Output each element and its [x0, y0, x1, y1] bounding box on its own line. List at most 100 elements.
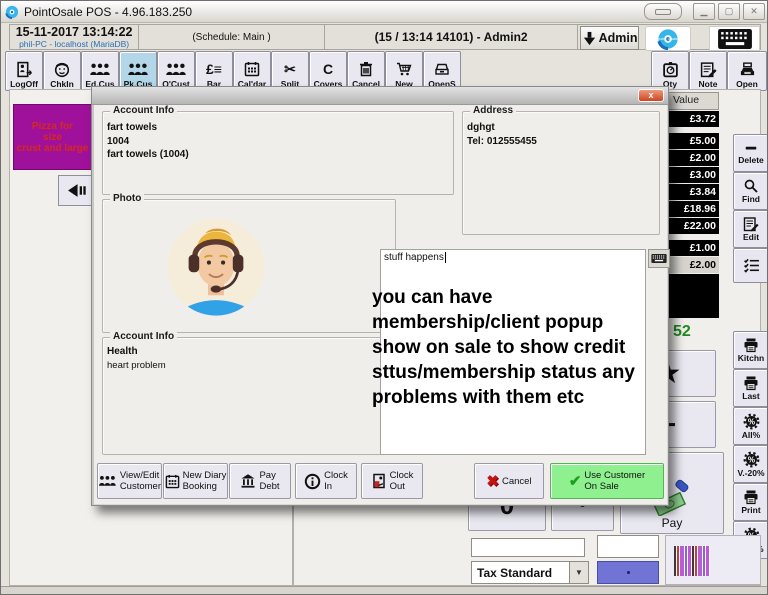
- pos-window: PointOsale POS - 4.96.183.250 ▁ ▢ ✕ 15-1…: [0, 0, 768, 595]
- address-title: Address: [470, 105, 516, 116]
- pay-label: Pay: [662, 516, 683, 530]
- window-bottom-frame: [1, 586, 768, 595]
- qty-button[interactable]: Qty: [651, 51, 689, 91]
- tax-selected-value: Tax Standard: [472, 566, 569, 580]
- schedule-cell: (Schedule: Main ): [139, 25, 325, 49]
- toolbar-covers-button[interactable]: C Covers: [309, 51, 347, 91]
- edit-label: Edit: [743, 232, 759, 242]
- scissors-icon: ✂: [284, 59, 296, 79]
- view-edit-customer-button[interactable]: View/Edit Customer: [97, 463, 162, 499]
- printer-icon: [743, 489, 759, 505]
- cash-register-icon: [739, 59, 756, 79]
- door-out-icon: [371, 473, 387, 489]
- app-logo-icon: [5, 5, 19, 19]
- photo-groupbox: Photo: [102, 199, 396, 333]
- calendar-icon: [165, 474, 180, 489]
- magnifier-icon: [743, 178, 759, 194]
- delete-label: Delete: [738, 155, 764, 165]
- edit-note-icon: [743, 216, 759, 232]
- last-label: Last: [742, 391, 759, 401]
- toolbar-logoff-button[interactable]: LogOff: [5, 51, 43, 91]
- v20-label: V.-20%: [737, 468, 764, 478]
- toolbar-calendar-button[interactable]: Cal'dar: [233, 51, 271, 91]
- barcode-button[interactable]: [665, 535, 761, 585]
- keyboard-button[interactable]: [709, 26, 760, 51]
- checklist-icon: [743, 257, 760, 274]
- health-info-groupbox: Account Info Health heart problem: [102, 337, 396, 455]
- titlebar-extra-button[interactable]: [644, 3, 682, 20]
- datetime-text: 15-11-2017 13:14:22: [16, 25, 133, 39]
- use-customer-on-sale-button[interactable]: ✔ Use Customer On Sale: [550, 463, 664, 499]
- photo-title: Photo: [110, 193, 144, 204]
- open-button[interactable]: Open: [727, 51, 767, 91]
- minimize-button[interactable]: ▁: [693, 3, 715, 20]
- last-print-button[interactable]: Last: [733, 369, 768, 407]
- keyboard-icon: [715, 29, 755, 49]
- new-diary-booking-button[interactable]: New Diary Booking: [163, 463, 228, 499]
- clock-in-button[interactable]: Clock In: [295, 463, 357, 499]
- toolbar-pkcus-button[interactable]: Pk.Cus: [119, 51, 157, 91]
- clock-in-label: Clock In: [324, 470, 348, 492]
- customer-name: fart towels: [107, 121, 453, 135]
- account-info-groupbox: Account Info fart towels 1004 fart towel…: [102, 111, 454, 195]
- item-list-button[interactable]: [733, 248, 768, 283]
- dialog-close-button[interactable]: x: [638, 89, 664, 102]
- customer-popup-dialog: x Account Info fart towels 1004 fart tow…: [91, 86, 669, 506]
- all-percent-button[interactable]: All%: [733, 407, 768, 445]
- cancel-label: Cancel: [502, 476, 532, 487]
- info-bar: 15-11-2017 13:14:22 phil-PC - localhost …: [9, 24, 761, 50]
- find-button[interactable]: Find: [733, 172, 768, 210]
- percent-gear-icon: [743, 451, 760, 468]
- dialog-cancel-button[interactable]: ✖ Cancel: [474, 463, 544, 499]
- amount-input[interactable]: [597, 535, 659, 558]
- calendar-icon: [244, 59, 260, 79]
- pay-debt-button[interactable]: Pay Debt: [229, 463, 291, 499]
- toolbar-chkin-button[interactable]: ChkIn: [43, 51, 81, 91]
- admin-button[interactable]: Admin: [580, 26, 638, 50]
- pay-debt-label: Pay Debt: [259, 470, 279, 492]
- health-value: heart problem: [107, 359, 395, 373]
- down-arrow-icon: [582, 31, 597, 46]
- dot-glyph: [627, 571, 630, 574]
- checkin-face-icon: [53, 59, 71, 79]
- toolbar-cancel-button[interactable]: Cancel: [347, 51, 385, 91]
- toolbar-edcus-button[interactable]: Ed.Cus: [81, 51, 119, 91]
- minus-bar-icon: [743, 141, 759, 155]
- cart-icon: [396, 59, 412, 79]
- session-cell: (15 / 13:14 14101) - Admin2: [325, 25, 579, 49]
- note-button[interactable]: Note: [689, 51, 727, 91]
- edit-button[interactable]: Edit: [733, 210, 768, 248]
- dialog-titlebar[interactable]: [92, 87, 668, 105]
- kitchen-print-button[interactable]: Kitchn: [733, 331, 768, 369]
- v20-percent-button[interactable]: V.-20%: [733, 445, 768, 483]
- dropdown-caret-icon[interactable]: ▼: [569, 562, 588, 583]
- memo-keyboard-button[interactable]: [648, 249, 670, 268]
- trash-icon: [358, 59, 374, 79]
- entry-input[interactable]: [471, 538, 585, 557]
- covers-icon: C: [323, 59, 333, 79]
- pointosale-logo-text: point o sale: [646, 36, 691, 41]
- back-button[interactable]: [58, 175, 95, 206]
- pizza-product-button[interactable]: Pizza for size crust and large: [13, 104, 92, 170]
- maximize-button[interactable]: ▢: [718, 3, 740, 20]
- toolbar-qcust-button[interactable]: Q'Cust: [157, 51, 195, 91]
- toolbar-bar-button[interactable]: £≡ Bar: [195, 51, 233, 91]
- screenshot-annotation-text: you can have membership/client popup sho…: [372, 285, 682, 410]
- toolbar-new-button[interactable]: New: [385, 51, 423, 91]
- clock-out-button[interactable]: Clock Out: [361, 463, 423, 499]
- print-button[interactable]: Print: [733, 483, 768, 521]
- view-edit-label: View/Edit Customer: [120, 470, 161, 492]
- datetime-cell: 15-11-2017 13:14:22 phil-PC - localhost …: [10, 25, 139, 49]
- toolbar-opens-button[interactable]: OpenS: [423, 51, 461, 91]
- toolbar-split-button[interactable]: ✂ Split: [271, 51, 309, 91]
- close-button[interactable]: ✕: [743, 3, 765, 20]
- printer-icon: [743, 337, 759, 353]
- people-icon: [98, 474, 117, 488]
- green-check-icon: ✔: [569, 476, 582, 487]
- keyboard-icon: [651, 254, 667, 263]
- delete-line-button[interactable]: Delete: [733, 134, 768, 172]
- tax-dropdown[interactable]: Tax Standard ▼: [471, 561, 589, 584]
- quantity-action-button[interactable]: [597, 561, 659, 584]
- address-phone: Tel: 012555455: [467, 135, 659, 149]
- info-circle-icon: [304, 473, 321, 490]
